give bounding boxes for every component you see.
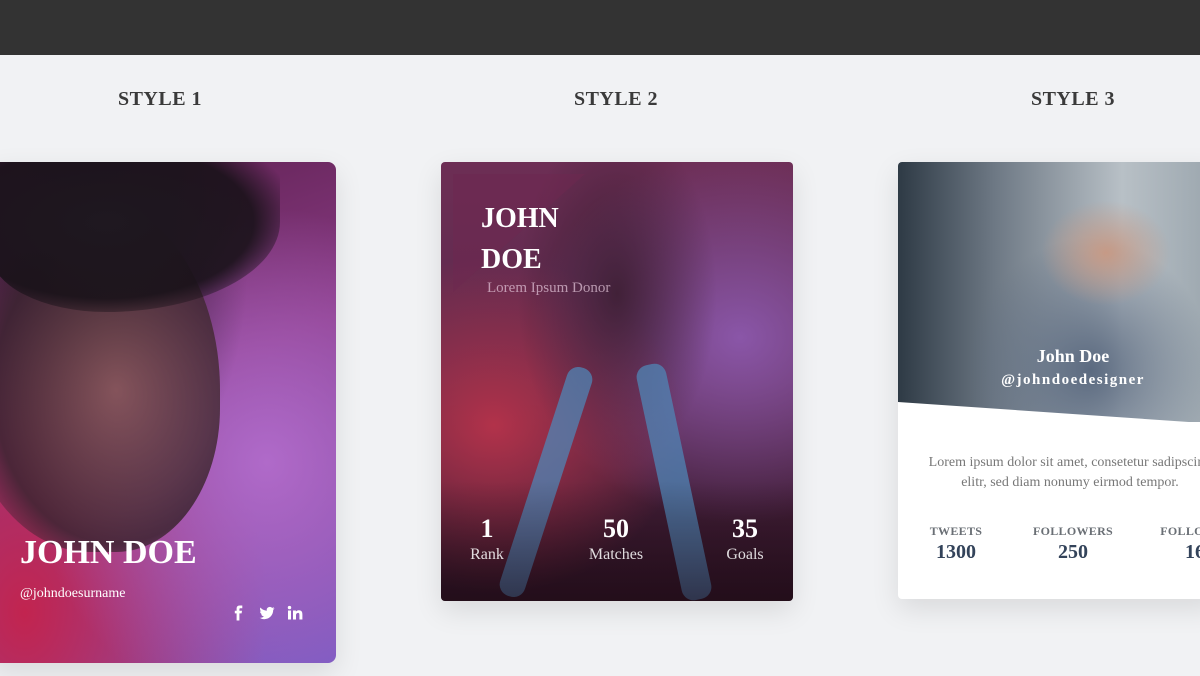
profile-card-style-1[interactable]: JOHN DOE @johndoesurname — [0, 162, 336, 663]
stat-rank: 1 Rank — [457, 514, 517, 564]
profile-handle: @johndoesurname — [20, 586, 126, 601]
stat-tweets: TWEETS 1300 — [916, 524, 996, 564]
profile-name-first: JOHN — [481, 203, 559, 234]
twitter-icon[interactable] — [258, 604, 276, 622]
section-title-style-2: STYLE 2 — [573, 88, 659, 110]
profile-handle: @johndoedesigner — [1001, 372, 1145, 388]
stat-label: Matches — [588, 546, 644, 563]
profile-bio: Lorem ipsum dolor sit amet, consetetur s… — [928, 455, 1200, 490]
stat-goals: 35 Goals — [715, 514, 775, 564]
social-links — [230, 604, 304, 622]
stat-following: FOLLOWING 168 — [1150, 524, 1200, 564]
stat-value: 168 — [1185, 541, 1200, 563]
profile-name-last: DOE — [481, 244, 542, 275]
profile-photo-hair — [0, 162, 280, 312]
profile-name: JOHN DOE — [481, 198, 559, 280]
stat-label: TWEETS — [929, 524, 983, 538]
top-bar — [0, 0, 1200, 55]
stat-value: 250 — [1058, 541, 1088, 563]
stat-value: 50 — [603, 514, 629, 543]
stat-followers: FOLLOWERS 250 — [1023, 524, 1123, 564]
stat-label: Rank — [470, 546, 504, 563]
section-title-style-1: STYLE 1 — [117, 88, 203, 110]
stat-label: FOLLOWING — [1160, 524, 1200, 538]
stat-label: FOLLOWERS — [1032, 524, 1114, 538]
stat-label: Goals — [726, 546, 764, 563]
profile-subtitle: Lorem Ipsum Donor — [487, 280, 611, 296]
linkedin-icon[interactable] — [286, 604, 304, 622]
stat-matches: 50 Matches — [576, 514, 656, 564]
profile-name: John Doe — [1036, 346, 1110, 366]
facebook-icon[interactable] — [230, 604, 248, 622]
stat-value: 35 — [732, 514, 758, 543]
profile-card-style-3[interactable]: John Doe @johndoedesigner Lorem ipsum do… — [898, 162, 1200, 599]
stat-value: 1300 — [936, 541, 976, 563]
profile-name: JOHN DOE — [20, 534, 197, 571]
profile-card-style-2[interactable]: JOHN DOE Lorem Ipsum Donor 1 Rank 50 Mat… — [441, 162, 793, 601]
section-title-style-3: STYLE 3 — [1030, 88, 1116, 110]
stat-value: 1 — [480, 514, 494, 543]
